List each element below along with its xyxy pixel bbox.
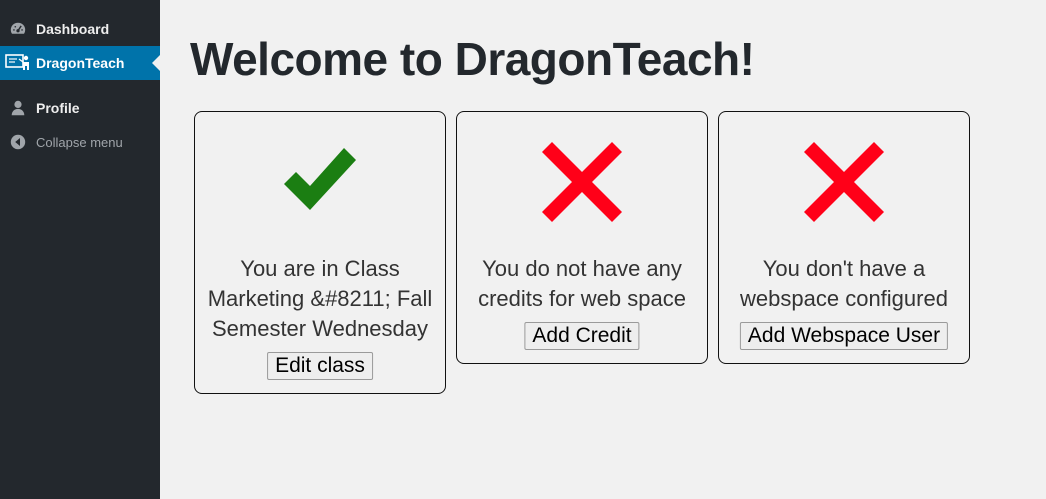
sidebar-item-label: DragonTeach: [36, 55, 125, 71]
class-status-text: You are in Class Marketing &#8211; Fall …: [207, 256, 433, 341]
add-webspace-user-button[interactable]: Add Webspace User: [739, 322, 949, 350]
edit-class-button[interactable]: Edit class: [267, 352, 373, 380]
webspace-status-card: You don't have a webspace configured Add…: [718, 111, 970, 364]
admin-sidebar: Dashboard DragonTeach Profile Collapse m…: [0, 0, 160, 499]
webspace-status-text: You don't have a webspace configured: [740, 256, 948, 311]
checkmark-icon: [284, 148, 356, 210]
sidebar-item-dragonteach[interactable]: DragonTeach: [0, 46, 160, 80]
cross-icon: [804, 142, 884, 222]
collapse-icon: [0, 134, 36, 150]
sidebar-item-label: Profile: [36, 100, 80, 116]
sidebar-item-label: Collapse menu: [36, 134, 123, 150]
sidebar-item-profile[interactable]: Profile: [0, 91, 160, 125]
dashboard-icon: [0, 20, 36, 38]
add-credit-button[interactable]: Add Credit: [524, 322, 640, 350]
credits-status-text: You do not have any credits for web spac…: [478, 256, 686, 311]
collapse-menu-button[interactable]: Collapse menu: [0, 125, 160, 159]
sidebar-item-label: Dashboard: [36, 21, 110, 37]
user-icon: [0, 99, 36, 117]
page-title: Welcome to DragonTeach!: [190, 33, 755, 85]
credits-status-card: You do not have any credits for web spac…: [456, 111, 708, 364]
active-indicator: [152, 55, 160, 71]
sidebar-item-dashboard[interactable]: Dashboard: [0, 12, 160, 46]
cross-icon: [542, 142, 622, 222]
class-status-card: You are in Class Marketing &#8211; Fall …: [194, 111, 446, 394]
teacher-icon: [0, 53, 36, 73]
